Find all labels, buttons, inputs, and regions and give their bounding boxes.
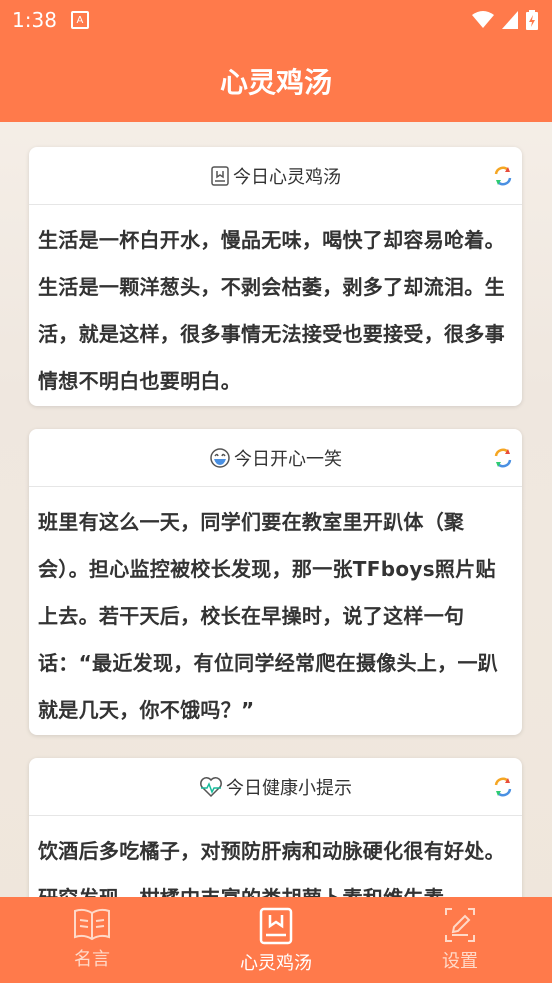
refresh-icon[interactable] [492, 165, 514, 192]
nav-item-soul-soup[interactable]: 心灵鸡汤 [201, 897, 351, 975]
status-time: 1:38 [12, 8, 57, 32]
battery-icon [526, 10, 538, 30]
laugh-icon [209, 447, 231, 469]
card-header: 今日心灵鸡汤 [29, 147, 522, 205]
card-title: 今日开心一笑 [234, 448, 342, 470]
card-title: 今日健康小提示 [226, 777, 352, 799]
card-soul-soup: 今日心灵鸡汤 生活是一杯白开水，慢品无味，喝快了却容易呛着。生活是一颗洋葱头，不… [29, 147, 522, 406]
open-book-icon [74, 908, 110, 941]
bottom-nav: 名言 心灵鸡汤 设置 [0, 897, 552, 983]
edit-icon [445, 908, 475, 942]
book-icon [259, 907, 293, 945]
card-health-tip: 今日健康小提示 饮酒后多吃橘子，对预防肝病和动脉硬化很有好处。研究发现，柑橘中丰… [29, 758, 522, 897]
nav-item-quotes[interactable]: 名言 [17, 897, 167, 971]
nav-label: 设置 [442, 951, 478, 972]
card-title: 今日心灵鸡汤 [233, 166, 341, 188]
refresh-icon[interactable] [492, 447, 514, 474]
nav-label: 心灵鸡汤 [240, 953, 312, 974]
app-title-bar: 心灵鸡汤 [0, 40, 552, 122]
signal-icon [502, 11, 518, 29]
card-body-text: 班里有这么一天，同学们要在教室里开趴体（聚会）。担心监控被校长发现，那一张TFb… [38, 510, 499, 722]
card-joke: 今日开心一笑 班里有这么一天，同学们要在教室里开趴体（聚会）。担心监控被校长发现… [29, 429, 522, 735]
nav-item-settings[interactable]: 设置 [385, 897, 535, 973]
wifi-icon [472, 11, 494, 28]
content-area[interactable]: 今日心灵鸡汤 生活是一杯白开水，慢品无味，喝快了却容易呛着。生活是一颗洋葱头，不… [0, 122, 552, 897]
card-body-text: 生活是一杯白开水，慢品无味，喝快了却容易呛着。生活是一颗洋葱头，不剥会枯萎，剥多… [38, 228, 505, 393]
status-bar: 1:38 A [0, 0, 552, 40]
notification-a-icon: A [70, 11, 89, 29]
page-title: 心灵鸡汤 [219, 66, 332, 99]
refresh-icon[interactable] [492, 776, 514, 803]
book-icon [210, 165, 230, 186]
card-body-text: 饮酒后多吃橘子，对预防肝病和动脉硬化很有好处。研究发现，柑橘中丰富的类胡萝卜素和… [38, 839, 505, 897]
card-header: 今日健康小提示 [29, 758, 522, 816]
heart-pulse-icon [199, 776, 223, 798]
card-header: 今日开心一笑 [29, 429, 522, 487]
nav-label: 名言 [74, 949, 110, 970]
